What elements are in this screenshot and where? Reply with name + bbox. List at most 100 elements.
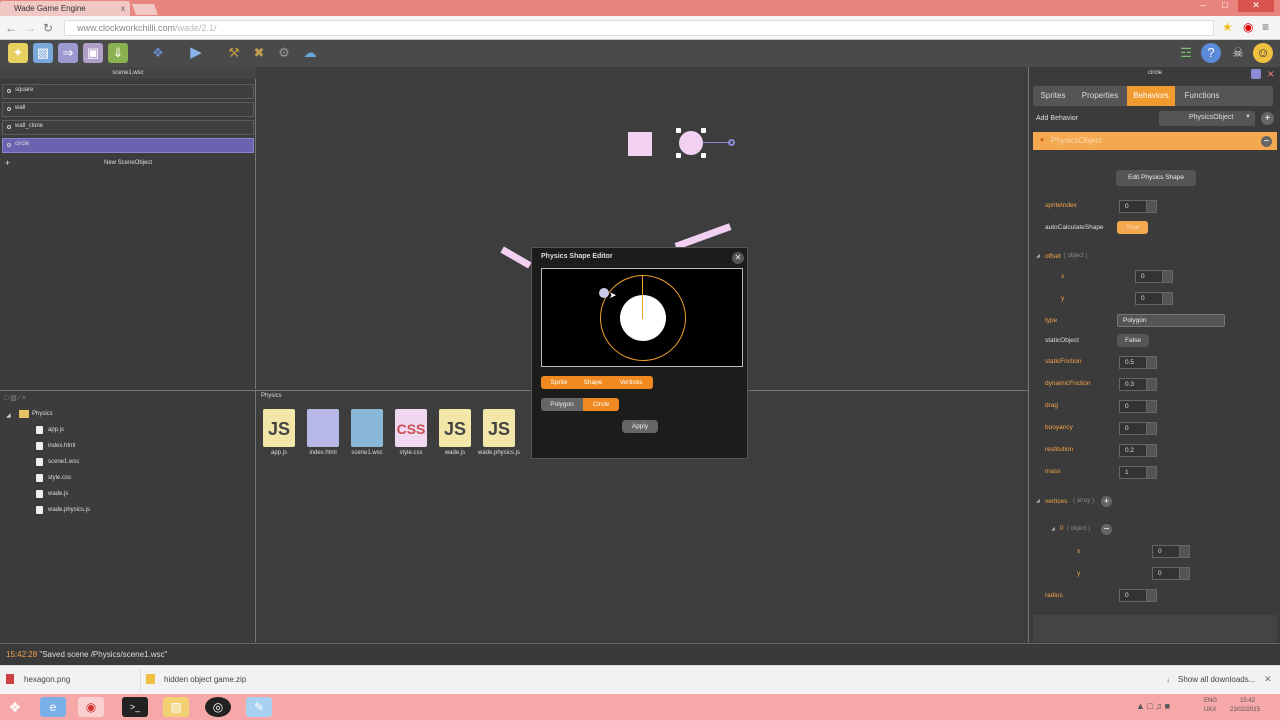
dynamic-friction-input[interactable]: 0.3: [1119, 378, 1157, 391]
project-root-label[interactable]: Physics: [32, 411, 53, 417]
ie-icon[interactable]: e: [40, 697, 66, 717]
paint-icon[interactable]: ✎: [246, 697, 272, 717]
skull-icon[interactable]: ☠: [1228, 43, 1248, 63]
url-input[interactable]: www.clockworkchilli.com/wade/2.1/: [64, 20, 1214, 36]
tree-file-item[interactable]: scene1.wsc: [36, 458, 79, 466]
smiley-icon[interactable]: ☺: [1253, 43, 1273, 63]
edit-physics-shape-button[interactable]: Edit Physics Shape: [1116, 170, 1196, 186]
clock-time[interactable]: 15:42: [1240, 698, 1255, 704]
grid-icon[interactable]: ❖: [148, 43, 168, 63]
wall-clone-shape[interactable]: [674, 223, 732, 250]
open-folder-icon[interactable]: ▧: [33, 43, 53, 63]
download-item-label[interactable]: hexagon.png: [24, 675, 70, 684]
tab-close-icon[interactable]: x: [121, 4, 125, 13]
remove-icon[interactable]: −: [1261, 136, 1272, 147]
menu-icon[interactable]: ≡: [1262, 20, 1269, 34]
download-item-label[interactable]: hidden object game.zip: [164, 675, 246, 684]
js-file-icon[interactable]: JS: [439, 409, 471, 447]
sprite-index-input[interactable]: 0: [1119, 200, 1157, 213]
tools-icon[interactable]: ⚒: [224, 43, 244, 63]
tree-file-item[interactable]: style.css: [36, 474, 71, 482]
new-scene-object-button[interactable]: + New SceneObject: [2, 157, 254, 169]
rotation-handle-icon[interactable]: [728, 139, 735, 146]
close-downloads-icon[interactable]: ✕: [1264, 674, 1272, 685]
show-all-downloads-link[interactable]: Show all downloads...: [1178, 675, 1255, 684]
wrench-icon[interactable]: ✖: [249, 43, 269, 63]
basket-icon[interactable]: ☲: [1176, 43, 1196, 63]
vertex-y-input[interactable]: 0: [1152, 567, 1190, 580]
square-shape[interactable]: [628, 132, 652, 156]
settings-gear-icon[interactable]: ⚙: [274, 43, 294, 63]
shape-tab-button[interactable]: Shape: [577, 376, 609, 389]
scene-object-item[interactable]: wall_clone: [2, 120, 254, 135]
panel-close-icon[interactable]: ✕: [1267, 69, 1275, 80]
scene-object-item[interactable]: square: [2, 84, 254, 99]
handle-icon[interactable]: [676, 128, 681, 133]
help-icon[interactable]: ?: [1201, 43, 1221, 63]
scene-object-item[interactable]: wall: [2, 102, 254, 117]
explorer-folder-icon[interactable]: ▧: [163, 697, 189, 717]
obs-icon[interactable]: ◎: [205, 697, 231, 717]
collapse-arrow-icon[interactable]: ▼: [1039, 138, 1045, 144]
tab-behaviors[interactable]: Behaviors: [1127, 86, 1175, 106]
chrome-icon[interactable]: ◉: [78, 697, 104, 717]
import-icon[interactable]: ⇒: [58, 43, 78, 63]
dialog-close-icon[interactable]: ✕: [732, 252, 744, 264]
maximize-button[interactable]: □: [1216, 0, 1234, 12]
tab-sprites[interactable]: Sprites: [1033, 86, 1073, 106]
star-icon[interactable]: ★: [1222, 20, 1233, 34]
export-icon[interactable]: ⇓: [108, 43, 128, 63]
remove-vertex-icon[interactable]: −: [1101, 524, 1112, 535]
forward-icon[interactable]: →: [24, 21, 36, 35]
polygon-button[interactable]: Polygon: [541, 398, 583, 411]
terminal-icon[interactable]: >_: [122, 697, 148, 717]
back-icon[interactable]: ←: [5, 21, 17, 35]
css-file-icon[interactable]: CSS: [395, 409, 427, 447]
js-file-icon[interactable]: JS: [483, 409, 515, 447]
handle-icon[interactable]: [701, 153, 706, 158]
handle-icon[interactable]: [676, 153, 681, 158]
html-file-icon[interactable]: [307, 409, 339, 447]
shape-editor-canvas[interactable]: ➤: [541, 268, 743, 367]
scene-object-item-selected[interactable]: circle: [2, 138, 254, 153]
opera-icon[interactable]: ◉: [1243, 20, 1253, 34]
offset-x-input[interactable]: 0: [1135, 270, 1173, 283]
add-vertex-icon[interactable]: +: [1101, 496, 1112, 507]
apply-button[interactable]: Apply: [622, 420, 658, 433]
add-icon[interactable]: +: [1261, 112, 1274, 125]
sprite-tab-button[interactable]: Sprite: [541, 376, 577, 389]
vertex-x-input[interactable]: 0: [1152, 545, 1190, 558]
static-friction-input[interactable]: 0.5: [1119, 356, 1157, 369]
tab-properties[interactable]: Properties: [1075, 86, 1125, 106]
cloud-icon[interactable]: ☁: [300, 43, 320, 63]
mass-input[interactable]: 1: [1119, 466, 1157, 479]
static-object-toggle[interactable]: False: [1117, 334, 1149, 347]
play-icon[interactable]: ▶: [186, 43, 206, 63]
vertex-handle-icon[interactable]: [599, 288, 609, 298]
offset-y-input[interactable]: 0: [1135, 292, 1173, 305]
minimize-button[interactable]: –: [1194, 0, 1212, 12]
expand-arrow-icon[interactable]: ◢: [1036, 253, 1040, 259]
save-icon[interactable]: ▣: [83, 43, 103, 63]
reload-icon[interactable]: ↻: [43, 21, 53, 35]
circle-button[interactable]: Circle: [583, 398, 619, 411]
wall-shape[interactable]: [500, 246, 532, 269]
new-tab-button[interactable]: [131, 4, 159, 15]
tree-file-item[interactable]: index.html: [36, 442, 75, 450]
expand-arrow-icon[interactable]: ◢: [6, 412, 11, 419]
drag-input[interactable]: 0: [1119, 400, 1157, 413]
tray-icons[interactable]: ▲ □ ♫ ■: [1136, 701, 1170, 711]
buoyancy-input[interactable]: 0: [1119, 422, 1157, 435]
expand-arrow-icon[interactable]: ◢: [1051, 526, 1055, 532]
expand-arrow-icon[interactable]: ◢: [1036, 498, 1040, 504]
js-file-icon[interactable]: JS: [263, 409, 295, 447]
type-select[interactable]: Polygon: [1117, 314, 1225, 327]
detach-icon[interactable]: [1251, 69, 1261, 79]
browser-tab[interactable]: Wade Game Engine x: [0, 1, 130, 16]
tab-functions[interactable]: Functions: [1177, 86, 1227, 106]
start-icon[interactable]: ❖: [2, 697, 28, 717]
tree-file-item[interactable]: app.js: [36, 426, 64, 434]
vertices-tab-button[interactable]: Vertices: [609, 376, 653, 389]
close-window-button[interactable]: ✕: [1238, 0, 1274, 12]
handle-icon[interactable]: [701, 128, 706, 133]
